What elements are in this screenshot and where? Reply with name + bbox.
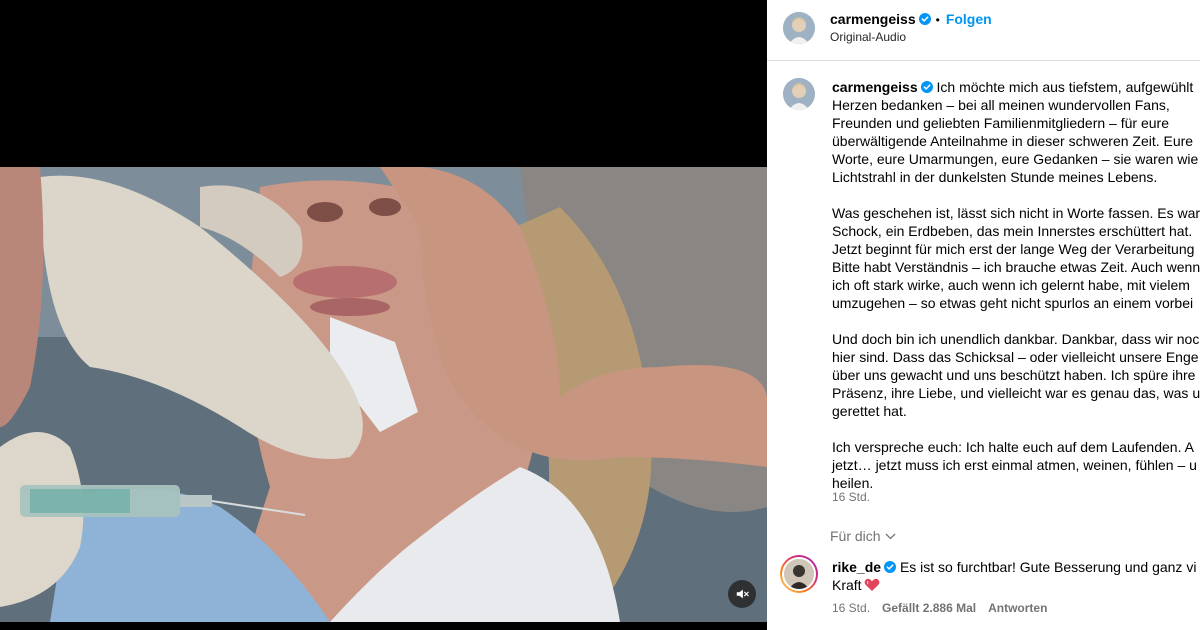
- comment-avatar[interactable]: [780, 555, 818, 593]
- caption-paragraph: Ich verspreche euch: Ich halte euch auf …: [832, 438, 1200, 492]
- audio-link[interactable]: Original-Audio: [830, 30, 906, 44]
- username-link[interactable]: carmengeiss: [830, 11, 916, 27]
- comment-meta: 16 Std. Gefällt 2.886 Mal Antworten: [832, 601, 1059, 615]
- speaker-muted-icon: [736, 589, 749, 599]
- caption-line: Was geschehen ist, lässt sich nicht in W…: [832, 205, 1200, 221]
- video-player[interactable]: [0, 0, 767, 630]
- comment-timestamp[interactable]: 16 Std.: [832, 601, 870, 615]
- caption-line: Ich verspreche euch: Ich halte euch auf …: [832, 439, 1194, 455]
- caption-line: hier sind. Dass das Schicksal – oder vie…: [832, 349, 1199, 365]
- verified-badge-icon: [920, 81, 933, 93]
- caption-line: Jetzt beginnt für mich erst der lange We…: [832, 241, 1195, 257]
- caption-line: Bitte habt Verständnis – ich brauche etw…: [832, 259, 1200, 275]
- caption-paragraph: Und doch bin ich unendlich dankbar. Dank…: [832, 330, 1200, 420]
- comment-likes[interactable]: Gefällt 2.886 Mal: [882, 601, 976, 615]
- chevron-down-icon: [885, 533, 896, 540]
- caption-line: Freunden und geliebten Familienmitgliede…: [832, 115, 1169, 131]
- comments-sort-dropdown[interactable]: Für dich: [830, 528, 896, 544]
- mute-toggle-button[interactable]: [728, 580, 756, 608]
- heart-emoji-icon: [864, 578, 880, 591]
- caption-line: Und doch bin ich unendlich dankbar. Dank…: [832, 331, 1200, 347]
- caption-line: über uns gewacht und uns beschützt haben…: [832, 367, 1196, 383]
- verified-badge-icon: [884, 561, 897, 573]
- caption-line: Schock, ein Erdbeben, das mein Innerstes…: [832, 223, 1193, 239]
- comments-sort-label: Für dich: [830, 528, 881, 544]
- post-header: carmengeiss • Folgen Original-Audio: [767, 0, 1200, 61]
- video-still-image: [0, 167, 767, 622]
- caption-line: jetzt… jetzt muss ich erst einmal atmen,…: [832, 457, 1197, 473]
- avatar-image: [784, 559, 814, 589]
- caption-username-link[interactable]: carmengeiss: [832, 79, 918, 95]
- comment-text: Kraft: [832, 577, 862, 593]
- caption-line: Herzen bedanken – bei all meinen wunderv…: [832, 97, 1170, 113]
- caption-line: Lichtstrahl in der dunkelsten Stunde mei…: [832, 169, 1158, 185]
- verified-badge-icon: [918, 13, 931, 25]
- caption-line: überwältigende Anteilnahme in dieser sch…: [832, 133, 1194, 149]
- caption-line: heilen.: [832, 475, 874, 491]
- avatar-image: [783, 12, 815, 44]
- comment-item: rike_de Es ist so furchtbar! Gute Besser…: [832, 558, 1200, 594]
- caption-avatar[interactable]: [783, 78, 815, 110]
- caption-line: gerettet hat.: [832, 403, 907, 419]
- post-caption: carmengeiss Ich möchte mich aus tiefstem…: [832, 78, 1200, 492]
- post-side-panel: carmengeiss • Folgen Original-Audio carmen…: [767, 0, 1200, 630]
- video-frame[interactable]: [0, 167, 767, 622]
- follow-button[interactable]: Folgen: [946, 11, 992, 27]
- caption-line: Worte, eure Umarmungen, eure Gedanken – …: [832, 151, 1199, 167]
- caption-paragraph: Was geschehen ist, lässt sich nicht in W…: [832, 204, 1200, 312]
- caption-line: ich oft stark wirke, auch wenn ich geler…: [832, 277, 1190, 293]
- avatar-image: [783, 78, 815, 110]
- comment-username-link[interactable]: rike_de: [832, 559, 881, 575]
- caption-line: Ich möchte mich aus tiefstem, aufgewühlt: [936, 79, 1194, 95]
- caption-line: umzugehen – so etwas geht nicht spurlos …: [832, 295, 1194, 311]
- header-user-line: carmengeiss • Folgen: [830, 11, 992, 27]
- caption-line: Präsenz, ihre Liebe, und vielleicht war …: [832, 385, 1200, 401]
- caption-paragraph: carmengeiss Ich möchte mich aus tiefstem…: [832, 78, 1200, 186]
- reply-button[interactable]: Antworten: [988, 601, 1047, 615]
- avatar[interactable]: [783, 12, 815, 44]
- caption-timestamp[interactable]: 16 Std.: [832, 490, 870, 504]
- comment-text: Es ist so furchtbar! Gute Besserung und …: [899, 559, 1197, 575]
- separator-dot: •: [935, 13, 940, 27]
